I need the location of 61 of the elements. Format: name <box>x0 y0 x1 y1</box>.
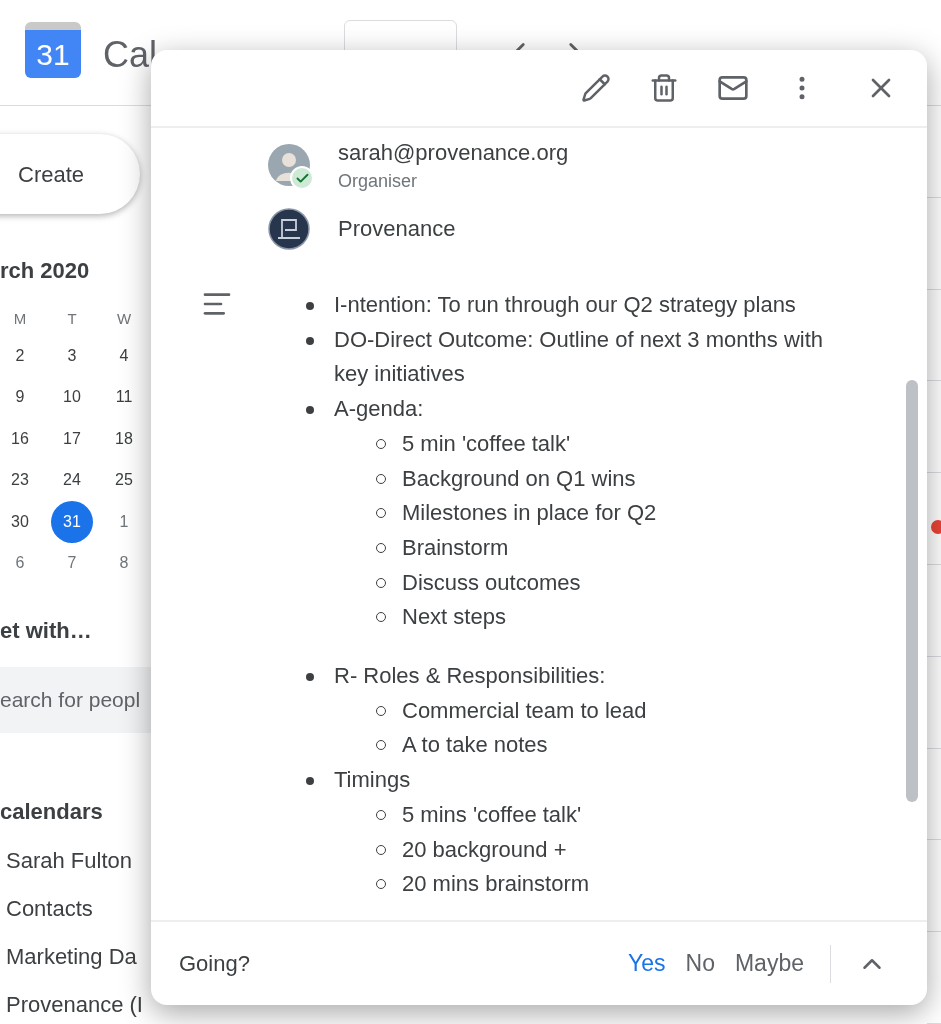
calendar-day[interactable]: 18 <box>108 422 140 455</box>
description-item: A-genda: <box>334 395 424 424</box>
section-heading: et with… <box>0 617 92 645</box>
calendar-day[interactable]: 6 <box>4 547 36 580</box>
guest-role: Organiser <box>338 170 419 193</box>
calendar-day[interactable]: 4 <box>108 339 140 372</box>
calendar-day[interactable]: 30 <box>4 506 36 538</box>
calendar-name[interactable]: Contacts <box>6 894 93 924</box>
description-subitem: Next steps <box>402 603 506 632</box>
description-subitem: Milestones in place for Q2 <box>402 499 657 528</box>
create-button[interactable]: Create <box>0 134 140 214</box>
description-subitem: Commercial team to lead <box>402 696 647 725</box>
calendar-day[interactable]: 23 <box>4 464 36 497</box>
description-subitem: Discuss outcomes <box>402 568 581 597</box>
calendar-day[interactable]: 31 <box>51 501 93 543</box>
calendar-name[interactable]: Sarah Fulton <box>6 846 132 876</box>
description-subitem: Background on Q1 wins <box>402 464 636 493</box>
calendar-name[interactable]: Marketing Da <box>6 942 137 972</box>
bullet-icon <box>306 673 314 682</box>
rsvp-option[interactable]: Maybe <box>728 946 810 981</box>
calendar-day[interactable]: 11 <box>108 381 140 414</box>
description-item: Timings <box>334 766 411 795</box>
calendar-day[interactable]: 8 <box>108 547 140 580</box>
description-item: I-ntention: To run through our Q2 strategy plans <box>334 291 796 319</box>
weekday-label: W <box>115 309 133 329</box>
edit-icon[interactable] <box>581 73 611 103</box>
calendar-name[interactable]: Provenance (I <box>6 990 143 1020</box>
description-subitem: 20 mins brainstorm <box>402 870 590 899</box>
guest-name: Provenance <box>338 215 456 243</box>
description-item: DO-Direct Outcome: Outline of next 3 months with key initiatives <box>334 325 825 389</box>
calendar-day[interactable]: 7 <box>56 547 88 580</box>
scrollbar[interactable] <box>906 380 918 802</box>
calendar-day[interactable]: 25 <box>108 464 140 497</box>
calendar-day[interactable]: 1 <box>108 506 140 538</box>
calendar-day[interactable]: 17 <box>56 422 88 455</box>
description-subitem: Brainstorm <box>402 533 509 562</box>
description-subitem: 5 mins 'coffee talk' <box>402 800 582 829</box>
bullet-icon <box>306 777 314 786</box>
calendar-day[interactable]: 2 <box>4 339 36 372</box>
bullet-icon <box>306 406 314 415</box>
rsvp-option[interactable]: No <box>679 946 721 981</box>
delete-icon[interactable] <box>649 73 679 103</box>
calendar-day[interactable]: 3 <box>56 339 88 372</box>
section-heading: calendars <box>0 798 103 826</box>
calendar-day[interactable]: 10 <box>56 381 88 414</box>
month-title: rch 2020 <box>0 257 90 285</box>
bullet-icon <box>306 336 314 345</box>
description-subitem: 5 min 'coffee talk' <box>402 429 571 458</box>
guest-name: sarah@provenance.org <box>338 139 569 167</box>
calendar-day[interactable]: 24 <box>56 464 88 497</box>
description-subitem: A to take notes <box>402 731 548 760</box>
calendar-day[interactable]: 16 <box>4 422 36 455</box>
rsvp-option[interactable]: Yes <box>622 946 672 981</box>
calendar-day[interactable]: 9 <box>4 381 36 414</box>
weekday-label: T <box>66 309 78 329</box>
bullet-icon <box>306 302 314 310</box>
description-item: R- Roles & Responsibilities: <box>334 662 606 691</box>
description-subitem: 20 background + <box>402 835 567 864</box>
weekday-label: M <box>12 309 28 329</box>
calendar-logo: 31 <box>25 22 81 78</box>
rsvp-label: Going? <box>179 950 250 978</box>
